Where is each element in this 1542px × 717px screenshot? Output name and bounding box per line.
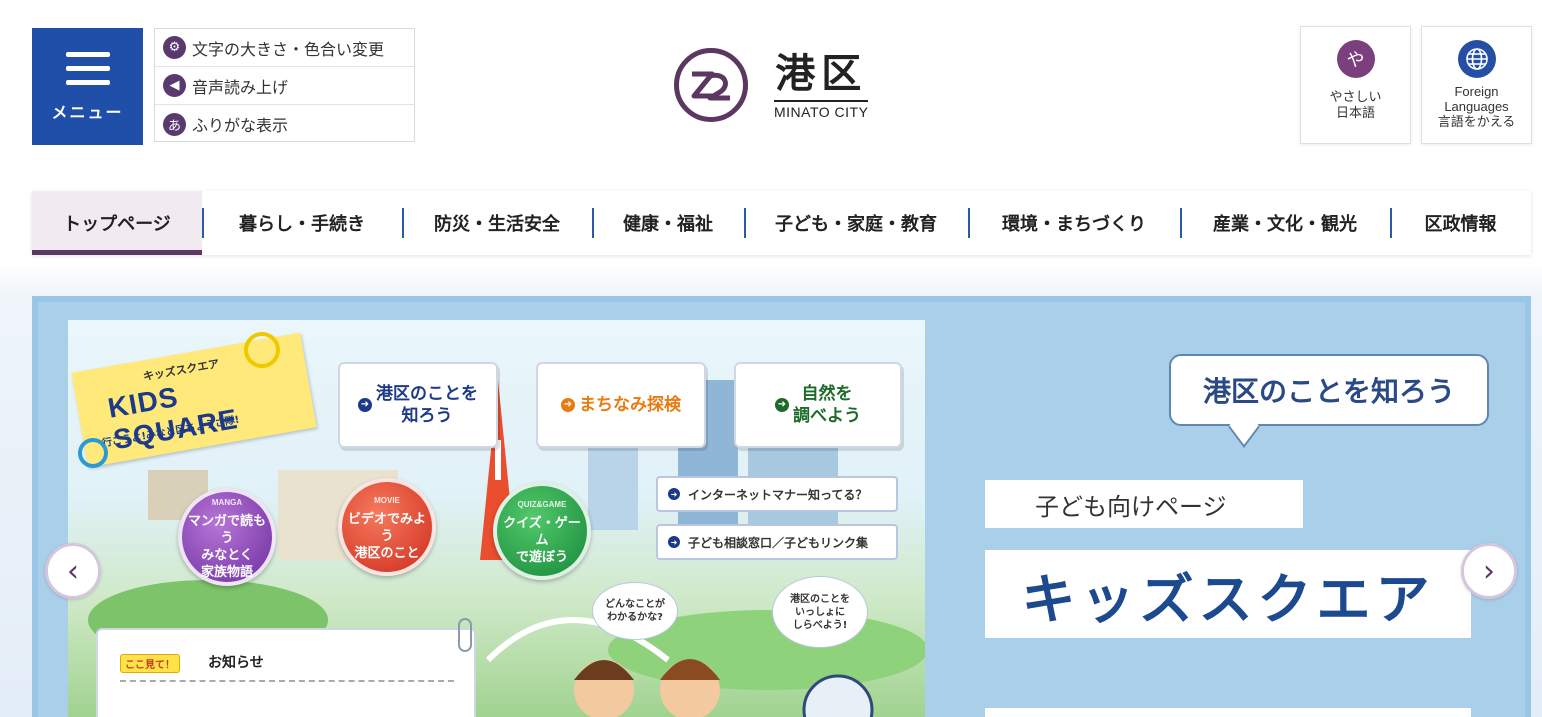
logo-english: MINATO CITY — [774, 100, 869, 120]
arrow-circle-icon: ➜ — [775, 398, 789, 412]
card-town-explore[interactable]: ➜ まちなみ探検 — [536, 362, 706, 448]
bubble-tag: MANGA — [211, 497, 243, 507]
minato-emblem-icon — [674, 48, 748, 122]
card-nature[interactable]: ➜ 自然を 調べよう — [734, 362, 902, 448]
bubble-label: ビデオでみよう 港区のこと — [347, 512, 426, 561]
slide-subtitle: 子ども向けページ — [985, 480, 1303, 528]
hamburger-icon — [65, 52, 110, 86]
nav-item-safety[interactable]: 防災・生活安全 — [402, 191, 592, 255]
globe-icon — [1457, 40, 1496, 78]
furigana-link[interactable]: あ ふりがな表示 — [155, 105, 414, 143]
arrow-circle-icon: ➜ — [358, 398, 372, 412]
menu-button[interactable]: メニュー — [32, 28, 143, 145]
easy-japanese-icon: や — [1336, 40, 1375, 78]
arrow-circle-icon: ➜ — [668, 488, 680, 500]
slide-caption: 港区のことを知ろう 子ども向けページ キッズスクエア — [933, 320, 1495, 717]
slide-strip — [985, 708, 1471, 717]
kids-square-banner-image[interactable]: キッズスクエア KIDS SQUARE 行こうよ!みなと区ちょうさ隊! ➜ 港区… — [68, 320, 925, 717]
card-label: まちなみ探検 — [579, 395, 681, 415]
bubble-tag: MOVIE — [374, 496, 400, 505]
slide-title: キッズスクエア — [985, 550, 1471, 638]
gear-icon: ⚙ — [163, 36, 186, 59]
bubble-label: クイズ・ゲーム で遊ぼう — [503, 516, 581, 565]
pill-label: インターネットマナー知ってる？ — [688, 487, 868, 502]
util-label: 文字の大きさ・色合い変更 — [192, 39, 385, 59]
pill-child-consultation[interactable]: ➜ 子ども相談窓口／子どもリンク集 — [656, 524, 898, 560]
bubble-tag: QUIZ&GAME — [517, 500, 567, 509]
foreign-languages-button[interactable]: Foreign Languages 言語をかえる — [1421, 26, 1532, 144]
easy-japanese-button[interactable]: や やさしい 日本語 — [1300, 26, 1411, 144]
util-label: ふりがな表示 — [192, 116, 289, 135]
nav-item-environment[interactable]: 環境・まちづくり — [968, 191, 1180, 255]
paperclip-icon — [458, 618, 472, 652]
bubble-label: マンガで読もう みなとく 家族物語 — [187, 513, 266, 580]
nav-item-health[interactable]: 健康・福祉 — [592, 191, 744, 255]
card-know-minato[interactable]: ➜ 港区のことを 知ろう — [338, 362, 498, 448]
arrow-circle-icon: ➜ — [561, 398, 575, 412]
pill-label: 子ども相談窓口／子どもリンク集 — [688, 535, 869, 550]
arrow-circle-icon: ➜ — [668, 536, 680, 548]
divider — [120, 680, 454, 682]
news-panel[interactable]: ここ見て！ お知らせ — [96, 618, 476, 717]
foreign-languages-label: Foreign Languages 言語をかえる — [1437, 84, 1516, 129]
slider-next-button[interactable]: › — [1461, 543, 1517, 599]
logo-japanese: 港区 — [775, 50, 868, 97]
util-label: 音声読み上げ — [192, 77, 289, 97]
card-label: 港区のことを 知ろう — [376, 384, 478, 426]
nav-item-government[interactable]: 区政情報 — [1390, 191, 1531, 255]
easy-japanese-label: やさしい 日本語 — [1329, 90, 1382, 121]
slider-prev-button[interactable]: ‹ — [45, 543, 101, 599]
speech-bubble: 港区のことを いっしょに しらべよう! — [772, 576, 868, 648]
catchphrase: 港区のことを知ろう — [1202, 375, 1455, 408]
catchphrase-bubble: 港区のことを知ろう — [1169, 354, 1489, 426]
ring-icon — [78, 438, 108, 468]
nav-item-living[interactable]: 暮らし・手続き — [202, 191, 402, 255]
bubble-manga[interactable]: MANGA マンガで読もう みなとく 家族物語 — [178, 488, 276, 586]
pill-internet-manners[interactable]: ➜ インターネットマナー知ってる？ — [656, 476, 898, 512]
news-tag: ここ見て！ — [120, 654, 180, 673]
speaker-icon: ◀ — [163, 74, 186, 97]
speech-bubble: どんなことが わかるかな? — [592, 582, 678, 640]
utility-links: ⚙ 文字の大きさ・色合い変更 ◀ 音声読み上げ あ ふりがな表示 — [154, 28, 415, 142]
bubble-quiz-game[interactable]: QUIZ&GAME クイズ・ゲーム で遊ぼう — [493, 482, 591, 580]
nav-item-children[interactable]: 子ども・家庭・教育 — [744, 191, 968, 255]
news-title: お知らせ — [208, 655, 264, 671]
ring-icon — [244, 332, 280, 368]
card-label: 自然を 調べよう — [793, 384, 861, 426]
hero-slider: キッズスクエア KIDS SQUARE 行こうよ!みなと区ちょうさ隊! ➜ 港区… — [32, 296, 1531, 717]
furigana-icon: あ — [163, 112, 186, 136]
read-aloud-link[interactable]: ◀ 音声読み上げ — [155, 67, 414, 105]
nav-item-industry[interactable]: 産業・文化・観光 — [1180, 191, 1390, 255]
site-logo[interactable]: 港区 MINATO CITY — [674, 40, 894, 130]
nav-item-top[interactable]: トップページ — [32, 191, 202, 255]
font-color-settings-link[interactable]: ⚙ 文字の大きさ・色合い変更 — [155, 29, 414, 67]
bubble-movie[interactable]: MOVIE ビデオでみよう 港区のこと — [338, 478, 436, 576]
menu-label: メニュー — [51, 103, 124, 122]
global-nav: トップページ 暮らし・手続き 防災・生活安全 健康・福祉 子ども・家庭・教育 環… — [32, 191, 1531, 255]
